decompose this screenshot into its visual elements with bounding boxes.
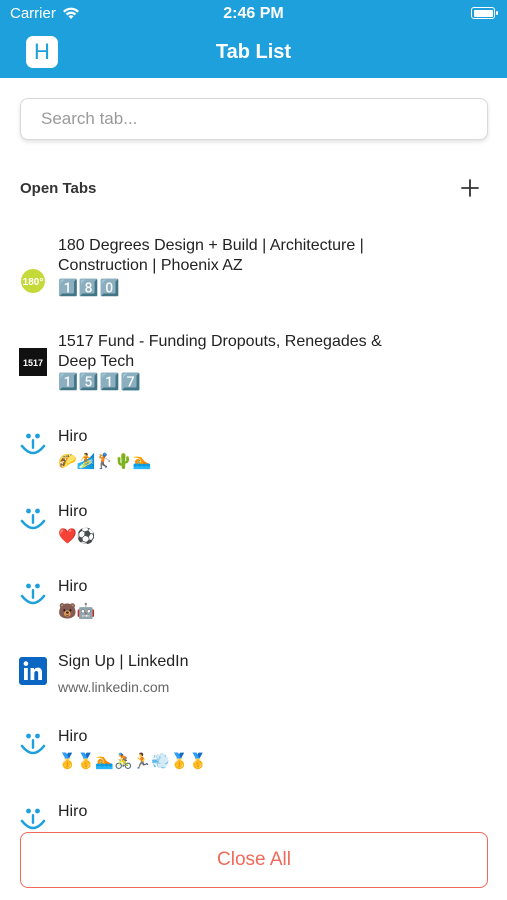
hiro-smile-icon (20, 508, 46, 530)
close-all-button[interactable]: Close All (20, 832, 488, 888)
tab-subtitle: 🥇🥇🏊🚴🏃💨🥇🥇 (58, 753, 208, 770)
tab-title: Hiro (58, 578, 88, 595)
tab-title: Sign Up | LinkedIn (58, 653, 189, 670)
page-title: Tab List (215, 41, 292, 63)
tab-item[interactable]: 1517 1517 Fund - Funding Dropouts, Reneg… (0, 332, 507, 416)
tab-subtitle: 🌮🏄🏌🌵🏊 (58, 453, 152, 470)
nav-bar: Carrier 2:46 PM H Tab List (0, 0, 507, 78)
tab-item[interactable]: Hiro 🥇🥇🏊🚴🏃💨🥇🥇 (0, 727, 507, 791)
tab-subtitle: 🐻🤖 (58, 603, 96, 620)
tab-item[interactable]: Hiro 🌮🏄🏌🌵🏊 (0, 427, 507, 491)
tab-item[interactable]: Hiro 🐻🤖 (0, 577, 507, 641)
tab-subtitle: 1️⃣5️⃣1️⃣7️⃣ (58, 374, 142, 391)
hiro-smile-icon (20, 433, 46, 455)
tab-title: Hiro (58, 428, 88, 445)
tab-title: 180 Degrees Design + Build | Architectur… (58, 237, 364, 274)
tab-title: Hiro (58, 503, 88, 520)
hiro-smile-icon (20, 583, 46, 605)
tab-item[interactable]: 180° 180 Degrees Design + Build | Archit… (0, 236, 507, 320)
tab-item[interactable]: Hiro (0, 802, 507, 834)
tab-url: www.linkedin.com (58, 679, 170, 695)
battery-icon (471, 7, 498, 19)
search-input[interactable] (20, 98, 488, 140)
svg-text:180°: 180° (23, 277, 44, 288)
180-logo-icon: 180° (21, 269, 45, 293)
hiro-smile-icon (20, 808, 46, 830)
tab-title: Hiro (58, 803, 88, 820)
tab-title: Hiro (58, 728, 88, 745)
status-bar: Carrier 2:46 PM (0, 0, 507, 28)
linkedin-icon (19, 657, 47, 685)
tab-item[interactable]: Sign Up | LinkedIn www.linkedin.com (0, 652, 507, 716)
tab-item[interactable]: Hiro ❤️⚽ (0, 502, 507, 566)
hiro-smile-icon (20, 733, 46, 755)
tab-subtitle: ❤️⚽ (58, 528, 96, 545)
tab-subtitle: 1️⃣8️⃣0️⃣ (58, 280, 121, 297)
1517-logo-icon: 1517 (19, 348, 47, 376)
add-tab-button[interactable] (458, 176, 482, 200)
svg-text:1517: 1517 (23, 358, 43, 368)
status-time: 2:46 PM (223, 5, 284, 22)
section-title: Open Tabs (20, 180, 97, 197)
tab-list: 180° 180 Degrees Design + Build | Archit… (0, 222, 507, 834)
tab-title: 1517 Fund - Funding Dropouts, Renegades … (58, 333, 382, 370)
